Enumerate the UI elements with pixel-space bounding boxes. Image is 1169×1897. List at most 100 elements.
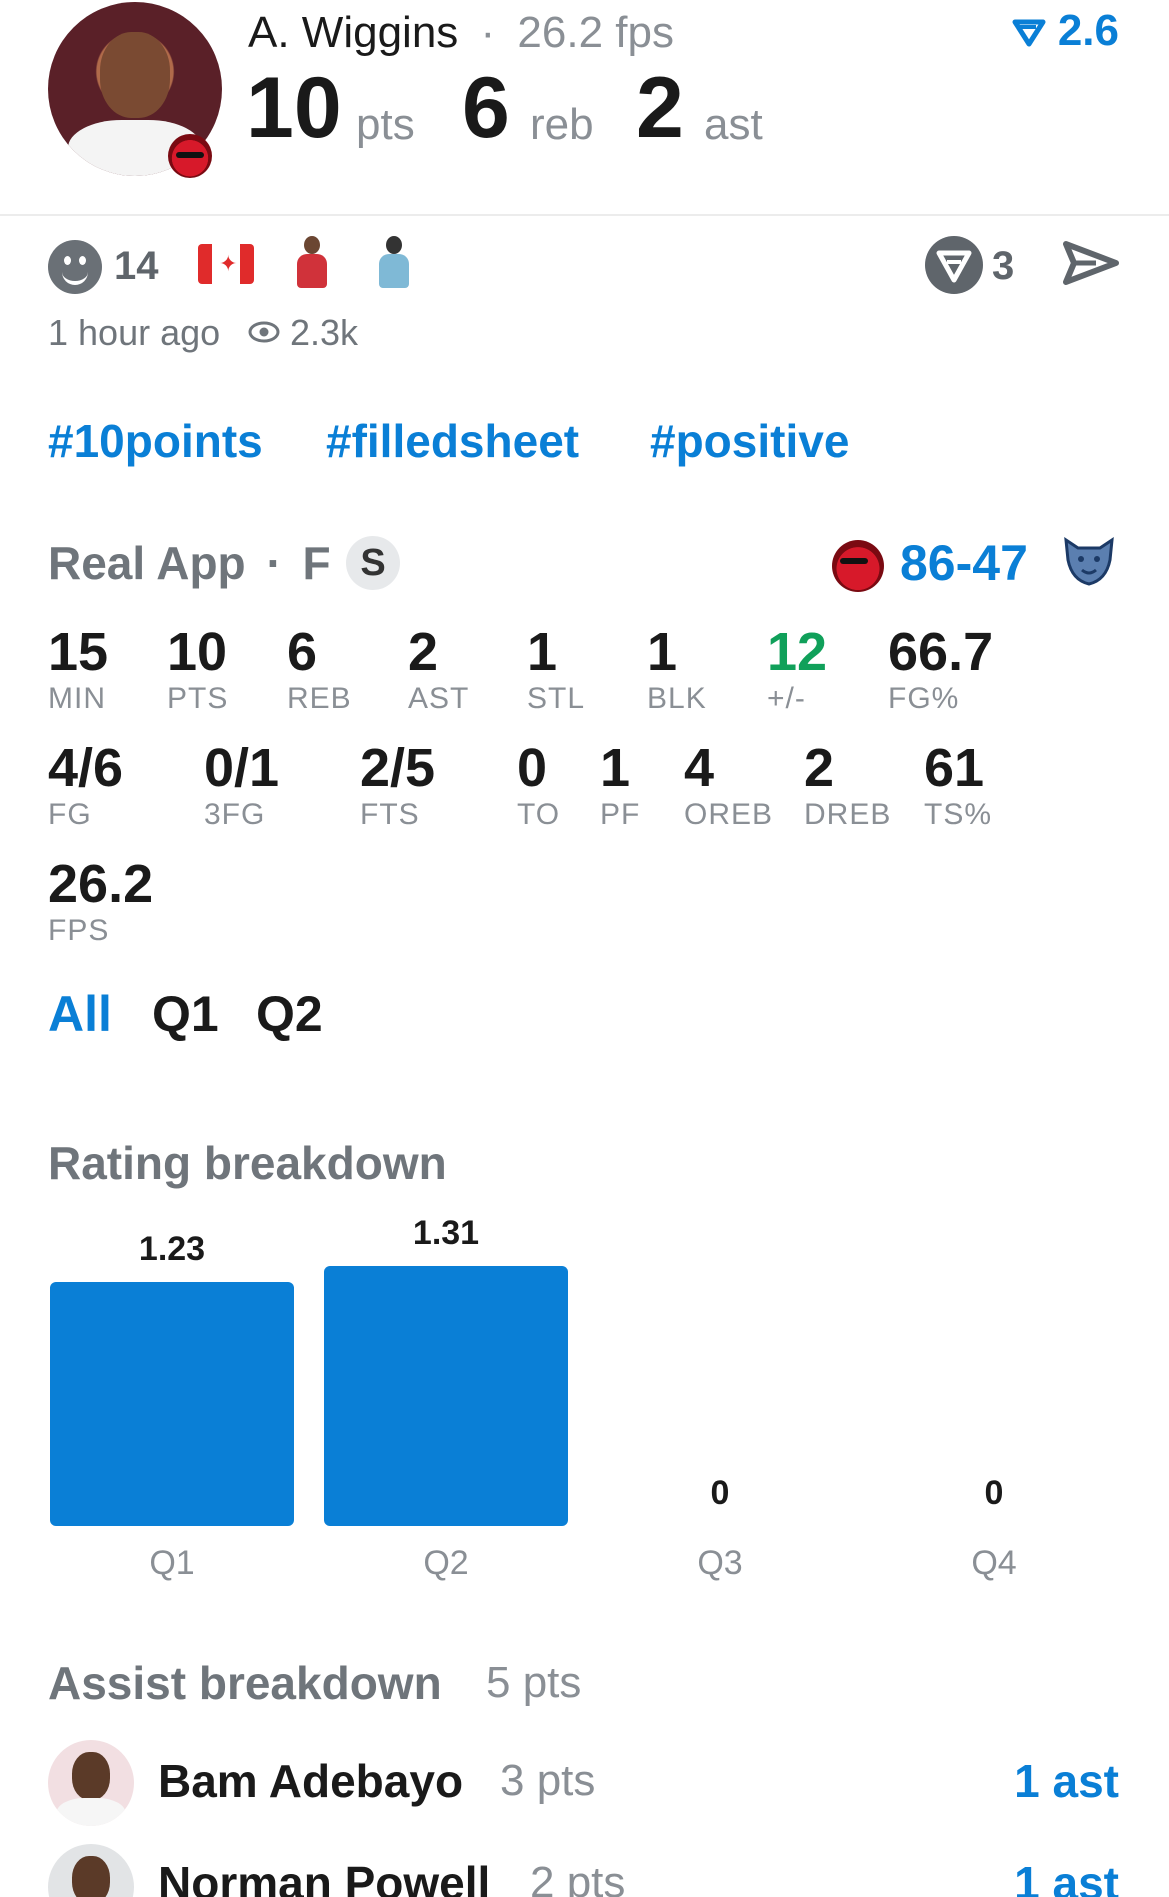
stat-value: 10 xyxy=(167,622,228,682)
rating-bar-q2[interactable] xyxy=(324,1266,568,1526)
stat-value: 0 xyxy=(517,738,548,798)
stat-value: 1 xyxy=(647,622,678,682)
stat-value: 12 xyxy=(767,622,828,682)
hashtag-positive[interactable]: #positive xyxy=(650,414,849,468)
points-value: 10 xyxy=(246,60,342,156)
stat-label: FPS xyxy=(48,914,110,947)
rating-breakdown-title: Rating breakdown xyxy=(48,1137,447,1189)
hashtag-filledsheet[interactable]: #filledsheet xyxy=(326,414,579,468)
vote-icon[interactable] xyxy=(925,236,983,294)
stat-fg: 4/6 FG xyxy=(48,738,123,832)
stat-value: 0/1 xyxy=(204,738,280,798)
bar-category-label: Q2 xyxy=(423,1544,469,1582)
eye-icon xyxy=(248,321,280,343)
bar-category-label: Q4 xyxy=(971,1544,1017,1582)
avatar xyxy=(48,1740,134,1826)
player-name[interactable]: A. Wiggins xyxy=(248,8,458,57)
stat-ts-pct: 61 TS% xyxy=(924,738,992,832)
bar-value-label: 0 xyxy=(984,1474,1004,1512)
stat-label: PF xyxy=(600,798,641,831)
stat-label: 3FG xyxy=(204,798,266,831)
stat-value: 6 xyxy=(287,622,318,682)
stat-value: 4/6 xyxy=(48,738,124,798)
stat-label: BLK xyxy=(647,682,707,715)
heat-logo-icon xyxy=(832,540,884,592)
game-score[interactable]: 86-47 xyxy=(900,534,1028,592)
stat-to: 0 TO xyxy=(517,738,560,832)
stat-label: TO xyxy=(517,798,561,831)
assist-count: 1 ast xyxy=(1014,1755,1119,1807)
bar-value-label: 1.23 xyxy=(138,1229,206,1268)
stat-min: 15 MIN xyxy=(48,622,108,716)
stat-stl: 1 STL xyxy=(527,622,585,716)
stat-oreb: 4 OREB xyxy=(684,738,773,832)
assist-player-points: 3 pts xyxy=(500,1756,596,1805)
stat-value: 1 xyxy=(600,738,631,798)
stat-label: FG% xyxy=(888,682,960,715)
reaction-smiley-icon[interactable] xyxy=(48,240,102,294)
assist-breakdown-points: 5 pts xyxy=(486,1658,582,1707)
trend-indicator: 2.6 xyxy=(1012,6,1119,56)
stat-value: 2 xyxy=(804,738,835,798)
tab-q1[interactable]: Q1 xyxy=(152,986,219,1042)
score-away: 47 xyxy=(972,535,1028,591)
avatar xyxy=(48,1844,134,1897)
stat-blk: 1 BLK xyxy=(647,622,707,716)
rebounds-unit: reb xyxy=(530,100,594,149)
stat-fps: 26.2 FPS xyxy=(48,854,153,948)
views-indicator: 2.3k xyxy=(248,312,358,354)
assists-unit: ast xyxy=(704,100,763,149)
reactor-avatar-icon[interactable] xyxy=(374,236,414,292)
points-unit: pts xyxy=(356,100,415,149)
canada-flag-icon[interactable]: ✦ xyxy=(198,244,254,284)
stat-fg-pct: 66.7 FG% xyxy=(888,622,993,716)
score-home: 86 xyxy=(900,535,956,591)
grizzlies-logo-icon xyxy=(1060,534,1118,588)
stat-value: 66.7 xyxy=(888,622,994,682)
name-separator: · xyxy=(480,8,496,57)
rating-bar-q1[interactable] xyxy=(50,1281,294,1526)
post-time: 1 hour ago xyxy=(48,312,221,353)
tab-all[interactable]: All xyxy=(48,986,112,1042)
bar-value-label: 0 xyxy=(710,1474,730,1512)
stat-value: 4 xyxy=(684,738,715,798)
app-name: Real App xyxy=(48,537,246,589)
stat-label: MIN xyxy=(48,682,106,715)
stat-label: OREB xyxy=(684,798,774,831)
assist-player-name: Norman Powell xyxy=(158,1857,491,1897)
assist-player-name: Bam Adebayo xyxy=(158,1755,464,1807)
stat-pts: 10 PTS xyxy=(167,622,228,716)
stat-label: +/- xyxy=(767,682,806,715)
vote-count: 3 xyxy=(992,244,1015,288)
trend-value: 2.6 xyxy=(1057,6,1119,55)
header-divider xyxy=(0,214,1169,216)
share-send-icon[interactable] xyxy=(1062,238,1120,293)
assist-count: 1 ast xyxy=(1014,1857,1119,1897)
stat-pf: 1 PF xyxy=(600,738,640,832)
stat-label: AST xyxy=(408,682,470,715)
bar-value-label: 1.31 xyxy=(412,1214,480,1252)
list-item[interactable]: Bam Adebayo 3 pts 1 ast xyxy=(0,1736,1169,1832)
reaction-count: 14 xyxy=(114,244,159,288)
score-dash: - xyxy=(955,535,973,591)
stat-label: REB xyxy=(287,682,352,715)
hashtag-10points[interactable]: #10points xyxy=(48,414,263,468)
stat-label: DREB xyxy=(804,798,892,831)
stat-dreb: 2 DREB xyxy=(804,738,891,832)
assists-value: 2 xyxy=(636,60,684,156)
assist-breakdown-title: Assist breakdown xyxy=(48,1657,442,1709)
heat-logo-icon xyxy=(168,134,212,178)
stat-reb: 6 REB xyxy=(287,622,352,716)
stat-value: 61 xyxy=(924,738,985,798)
list-item[interactable]: Norman Powell 2 pts 1 ast xyxy=(0,1838,1169,1897)
reactor-avatar-icon[interactable] xyxy=(292,236,332,292)
player-position: F xyxy=(302,537,331,589)
stat-ast: 2 AST xyxy=(408,622,469,716)
bar-category-label: Q1 xyxy=(149,1544,195,1582)
stat-value: 15 xyxy=(48,622,109,682)
tab-q2[interactable]: Q2 xyxy=(256,986,323,1042)
stat-plus-minus: 12 +/- xyxy=(767,622,827,716)
views-count: 2.3k xyxy=(290,312,359,353)
player-name-line: A. Wiggins · 26.2 fps xyxy=(248,8,674,58)
stat-value: 2 xyxy=(408,622,439,682)
